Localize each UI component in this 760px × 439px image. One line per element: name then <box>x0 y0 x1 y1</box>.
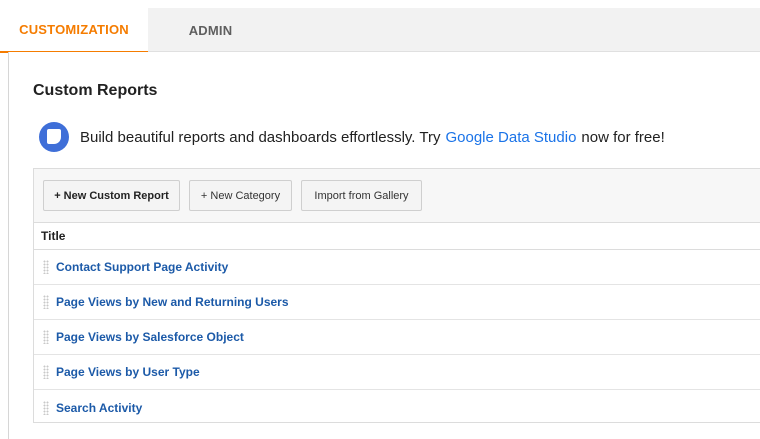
content-panel: Custom Reports Build beautiful reports a… <box>8 52 760 439</box>
drag-handle-icon[interactable] <box>43 330 49 344</box>
page: CUSTOMIZATION ADMIN Custom Reports Build… <box>0 0 760 439</box>
report-link[interactable]: Search Activity <box>56 401 142 415</box>
tab-customization[interactable]: CUSTOMIZATION <box>0 8 148 53</box>
import-from-gallery-button[interactable]: Import from Gallery <box>301 180 422 211</box>
drag-handle-icon[interactable] <box>43 260 49 274</box>
report-link[interactable]: Page Views by Salesforce Object <box>56 330 244 344</box>
tab-admin[interactable]: ADMIN <box>148 8 273 52</box>
page-title: Custom Reports <box>33 82 158 99</box>
reports-toolbar: + New Custom Report + New Category Impor… <box>34 169 760 223</box>
table-row: Page Views by New and Returning Users <box>34 285 760 320</box>
report-link[interactable]: Page Views by User Type <box>56 365 200 379</box>
drag-handle-icon[interactable] <box>43 400 49 415</box>
table-row: Contact Support Page Activity <box>34 250 760 285</box>
report-link[interactable]: Page Views by New and Returning Users <box>56 295 289 309</box>
data-studio-promo: Build beautiful reports and dashboards e… <box>39 122 665 152</box>
promo-text-end: now for free! <box>581 128 665 146</box>
custom-reports-table: + New Custom Report + New Category Impor… <box>33 168 760 423</box>
column-header-title[interactable]: Title <box>34 223 760 250</box>
drag-handle-icon[interactable] <box>43 365 49 379</box>
promo-text: Build beautiful reports and dashboards e… <box>80 128 441 146</box>
new-custom-report-button[interactable]: + New Custom Report <box>43 180 180 211</box>
table-row: Page Views by Salesforce Object <box>34 320 760 355</box>
report-link[interactable]: Contact Support Page Activity <box>56 260 228 274</box>
new-category-button[interactable]: + New Category <box>189 180 292 211</box>
top-tab-bar: CUSTOMIZATION ADMIN <box>0 8 760 53</box>
google-data-studio-link[interactable]: Google Data Studio <box>445 129 576 146</box>
google-data-studio-icon <box>39 122 69 152</box>
table-row: Search Activity <box>34 390 760 425</box>
drag-handle-icon[interactable] <box>43 295 49 309</box>
table-row: Page Views by User Type <box>34 355 760 390</box>
